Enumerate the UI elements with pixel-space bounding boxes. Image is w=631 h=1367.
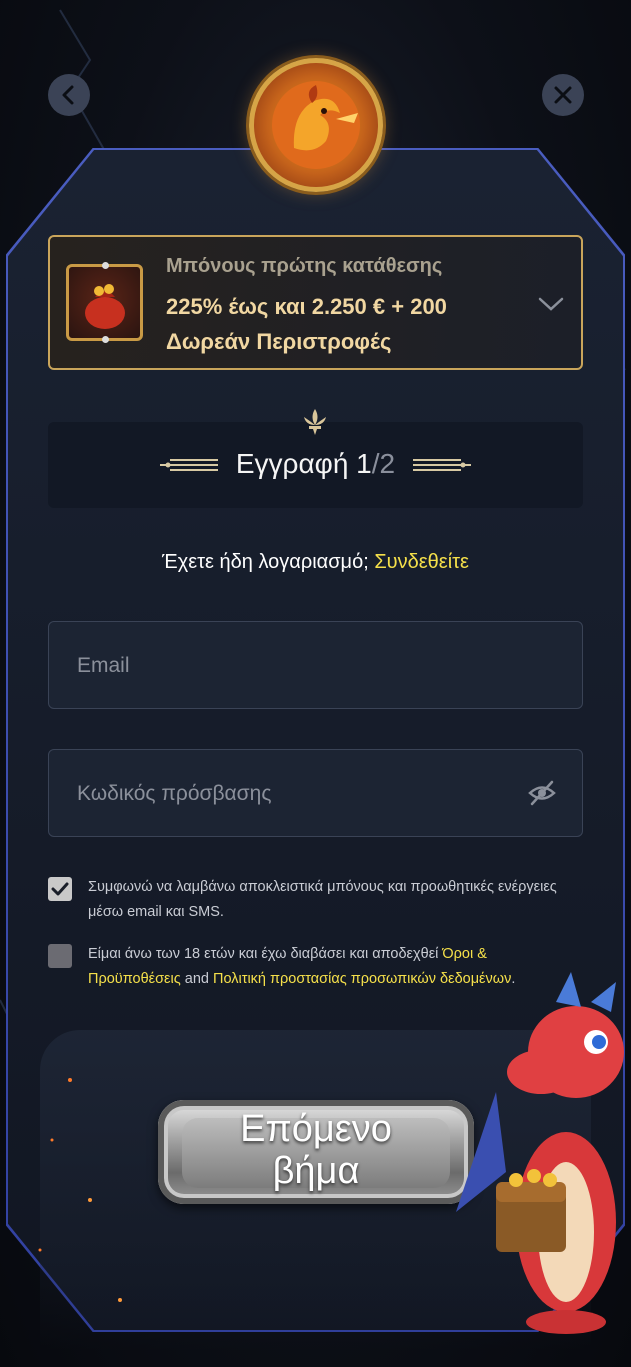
email-field[interactable]: [48, 621, 583, 710]
marketing-consent-text: Συμφωνώ να λαμβάνω αποκλειστικά μπόνους …: [88, 879, 557, 920]
bonus-amount: 225% έως και 2.250 € + 200 Δωρεάν Περιστ…: [166, 289, 506, 359]
login-prompt-text: Έχετε ήδη λογαριασμό;: [162, 551, 369, 573]
step-current: Εγγραφή 1: [235, 448, 372, 479]
back-button[interactable]: [48, 74, 90, 116]
next-step-label: Επόμενο βήμα: [240, 1108, 392, 1192]
terms-and: and: [180, 971, 213, 987]
ornament-right-icon: [413, 459, 471, 471]
next-step-button[interactable]: Επόμενο βήμα: [118, 1070, 514, 1230]
dragon-mascot-icon: [456, 972, 624, 1334]
eye-off-icon[interactable]: [528, 780, 556, 806]
bonus-thumbnail: [66, 262, 143, 343]
dragon-medallion: [249, 58, 383, 192]
bonus-line-2: Δωρεάν Περιστροφές: [166, 329, 392, 354]
terms-consent-checkbox[interactable]: [48, 944, 72, 968]
checkmark-icon: [51, 882, 69, 896]
email-input[interactable]: [75, 622, 519, 710]
chevron-down-icon[interactable]: [537, 295, 565, 313]
marketing-consent-checkbox[interactable]: [48, 877, 72, 901]
bonus-line-1: 225% έως και 2.250 € + 200: [166, 294, 447, 319]
first-deposit-bonus-card[interactable]: Μπόνους πρώτης κατάθεσης 225% έως και 2.…: [48, 235, 583, 370]
password-input[interactable]: [75, 750, 519, 838]
chevron-left-icon: [62, 85, 74, 105]
step-total: 2: [379, 448, 396, 479]
dragon-emblem-icon: [272, 81, 360, 169]
close-button[interactable]: [542, 74, 584, 116]
close-icon: [554, 86, 572, 104]
step-separator: /: [371, 448, 380, 479]
step-label: Εγγραφή 1/2: [48, 448, 583, 480]
money-bag-icon: [85, 284, 125, 329]
terms-text-before: Είμαι άνω των 18 ετών και έχω διαβάσει κ…: [88, 946, 443, 962]
login-link[interactable]: Συνδεθείτε: [374, 551, 469, 573]
password-field[interactable]: [48, 749, 583, 838]
bonus-title: Μπόνους πρώτης κατάθεσης: [166, 255, 443, 277]
login-prompt: Έχετε ήδη λογαριασμό; Συνδεθείτε: [0, 551, 631, 574]
fleur-de-lis-icon: [304, 409, 326, 435]
